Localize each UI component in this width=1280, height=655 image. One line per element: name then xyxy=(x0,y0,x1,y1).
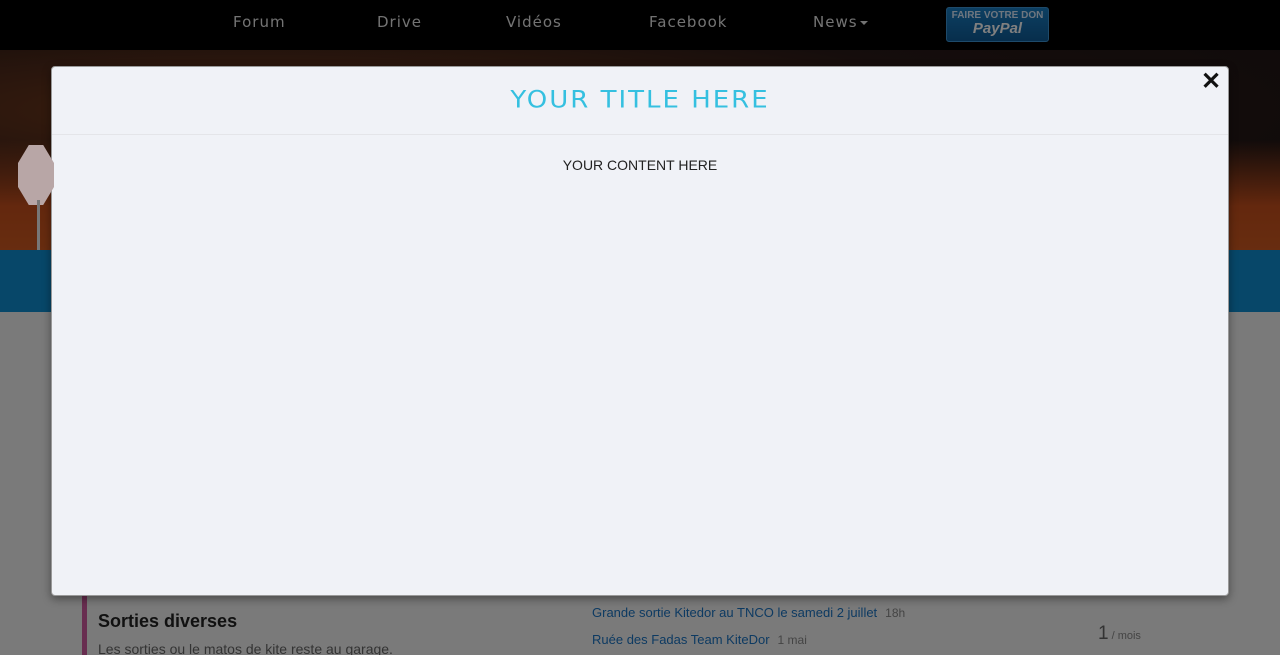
sign-pole-graphic xyxy=(37,200,40,250)
modal-header: YOUR TITLE HERE ✕ xyxy=(52,67,1228,135)
modal-title: YOUR TITLE HERE xyxy=(510,86,770,114)
modal-content: YOUR CONTENT HERE xyxy=(562,157,718,173)
close-icon[interactable]: ✕ xyxy=(1200,70,1222,94)
modal-dialog: YOUR TITLE HERE ✕ YOUR CONTENT HERE xyxy=(51,66,1229,596)
